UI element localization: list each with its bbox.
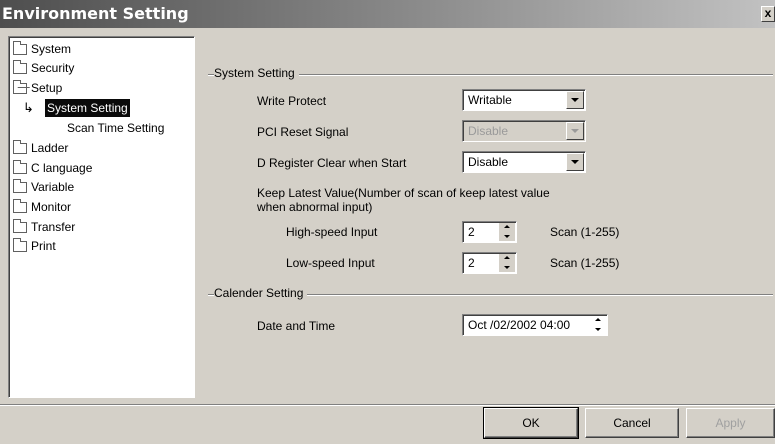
write-protect-select[interactable]: Writable [462,89,586,111]
date-time-value: Oct /02/2002 04:00 [468,318,571,332]
tree-item-system[interactable]: System [13,40,71,58]
tree-item-label: Variable [31,180,75,194]
system-setting-group-label: System Setting [214,66,299,80]
cancel-button[interactable]: Cancel [585,408,679,438]
folder-icon [13,237,27,252]
settings-panel: System Setting Write Protect Writable PC… [198,36,775,398]
tree-item-system-setting[interactable]: ↳ System Setting [23,99,130,117]
folder-icon [13,178,27,193]
window-title: Environment Setting [2,4,189,23]
tree-item-security[interactable]: Security [13,59,74,77]
tree-item-label: Monitor [31,200,72,214]
arrow-icon: ↳ [23,100,34,115]
chevron-down-icon[interactable] [566,153,584,171]
date-time-picker[interactable]: Oct /02/2002 04:00 [462,314,608,336]
tree-item-label: System Setting [45,99,130,117]
high-speed-stepper[interactable]: 2 [462,221,517,243]
pci-reset-select: Disable [462,120,586,142]
calender-setting-group-label: Calender Setting [214,286,308,300]
folder-open-icon [13,79,27,94]
d-register-select[interactable]: Disable [462,151,586,173]
pci-reset-value: Disable [468,124,509,138]
spin-down-icon[interactable] [499,232,515,241]
spin-down-icon[interactable] [499,263,515,272]
footer-divider [0,404,775,406]
title-bar: Environment Setting x [0,0,775,28]
tree-item-variable[interactable]: Variable [13,178,74,196]
folder-icon [13,59,27,74]
folder-icon [13,139,27,154]
low-speed-label: Low-speed Input [286,256,375,270]
high-speed-label: High-speed Input [286,225,378,239]
low-speed-unit: Scan (1-255) [550,256,620,270]
spin-up-icon[interactable] [590,316,606,325]
spin-down-icon[interactable] [590,325,606,334]
keep-latest-label-line2: when abnormal input) [257,200,373,214]
tree-item-print[interactable]: Print [13,237,56,255]
high-speed-value: 2 [468,225,475,239]
ok-button[interactable]: OK [483,407,579,439]
tree-item-ladder[interactable]: Ladder [13,139,68,157]
pci-reset-label: PCI Reset Signal [257,125,349,139]
tree-item-transfer[interactable]: Transfer [13,218,75,236]
tree-item-c-language[interactable]: C language [13,159,92,177]
low-speed-stepper[interactable]: 2 [462,252,517,274]
high-speed-unit: Scan (1-255) [550,225,620,239]
tree-item-monitor[interactable]: Monitor [13,198,71,216]
tree-item-label: Scan Time Setting [67,121,165,135]
spin-up-icon[interactable] [499,223,515,232]
keep-latest-label-line1: Keep Latest Value(Number of scan of keep… [257,186,550,200]
spin-up-icon[interactable] [499,254,515,263]
tree-item-label: C language [31,161,93,175]
close-button[interactable]: x [761,6,775,22]
write-protect-label: Write Protect [257,94,327,108]
date-time-label: Date and Time [257,319,336,333]
apply-button: Apply [686,408,775,438]
chevron-down-icon[interactable] [566,91,584,109]
folder-icon [13,198,27,213]
d-register-value: Disable [468,155,509,169]
settings-tree[interactable]: System Security Setup ↳ System Setting S… [8,36,195,398]
tree-item-label: Setup [31,81,63,95]
tree-item-label: Ladder [31,141,69,155]
low-speed-value: 2 [468,256,475,270]
folder-icon [13,159,27,174]
folder-icon [13,40,27,55]
tree-item-label: Print [31,239,56,253]
chevron-down-icon [566,122,584,140]
tree-item-scan-time-setting[interactable]: Scan Time Setting [67,119,164,137]
write-protect-value: Writable [468,93,512,107]
tree-item-label: Security [31,61,75,75]
tree-item-setup[interactable]: Setup [13,79,62,97]
d-register-label: D Register Clear when Start [257,156,407,170]
folder-icon [13,218,27,233]
tree-item-label: Transfer [31,220,76,234]
tree-item-label: System [31,42,72,56]
